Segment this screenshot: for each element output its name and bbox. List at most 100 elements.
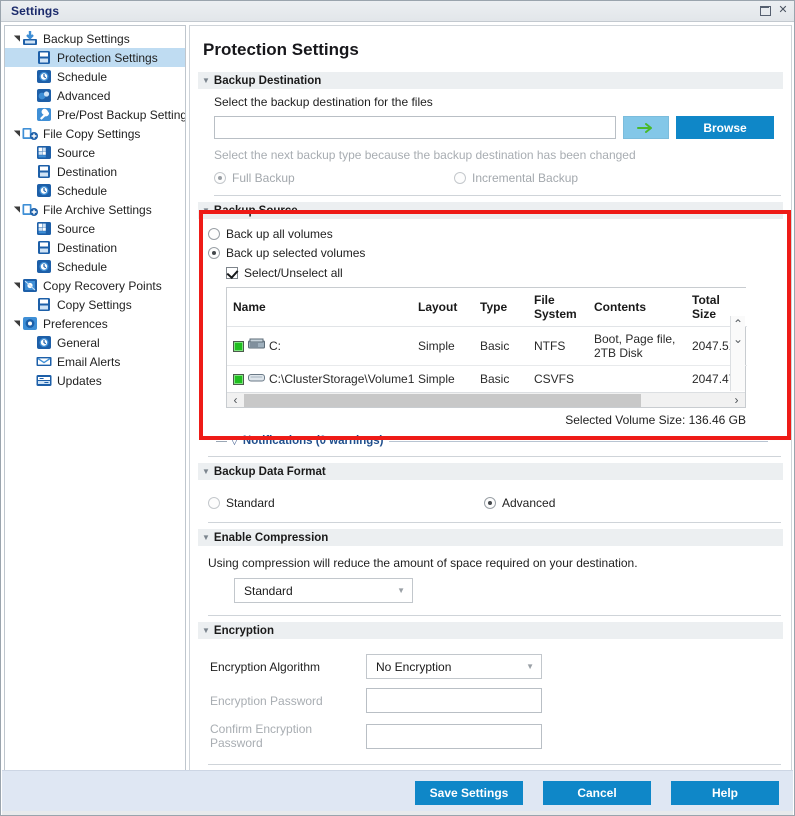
wrench-icon	[36, 107, 52, 122]
scroll-down-icon[interactable]: ⌄	[733, 333, 743, 345]
radio-indicator	[208, 228, 220, 240]
sidebar-item-email-alerts[interactable]: Email Alerts	[5, 352, 185, 371]
sidebar-item-advanced[interactable]: Advanced	[5, 86, 185, 105]
sidebar-item-copy-recovery-points[interactable]: ◢ Copy Recovery Points	[5, 276, 185, 295]
chevron-down-icon: ▼	[202, 466, 210, 476]
confirm-encryption-password-input[interactable]	[366, 723, 542, 749]
chevron-down-icon: ▼	[202, 532, 210, 542]
destination-icon	[36, 164, 52, 179]
cancel-button[interactable]: Cancel	[543, 780, 651, 805]
chevron-down-icon: ▼	[526, 662, 534, 671]
settings-tree: ◢ Backup Settings Protection Settings Sched…	[5, 26, 185, 390]
source-icon	[36, 221, 52, 236]
section-backup-data-format: ▼ Backup Data Format Standard Advanced	[198, 463, 783, 525]
column-header-contents[interactable]: Contents	[588, 288, 686, 327]
close-icon[interactable]: ✕	[777, 4, 789, 16]
table-row[interactable]: C: Simple Basic NTFS Boot, Page file, 2TB Di…	[227, 326, 747, 366]
table-vertical-scrollbar[interactable]: ⌃ ⌄	[730, 316, 745, 391]
radio-indicator	[214, 172, 226, 184]
table-row[interactable]: C:\ClusterStorage\Volume1 Simple Basic CSVF…	[227, 366, 747, 393]
column-header-file-system[interactable]: File System	[528, 288, 588, 327]
restore-icon[interactable]	[759, 4, 771, 16]
title-bar: Settings ✕	[1, 1, 794, 22]
compression-level-dropdown[interactable]: Standard ▼	[234, 578, 413, 603]
sidebar-item-source[interactable]: Source	[5, 143, 185, 162]
table-horizontal-scrollbar[interactable]: ‹ ›	[227, 392, 745, 407]
section-header-encryption[interactable]: ▼ Encryption	[198, 622, 783, 639]
scroll-track[interactable]	[244, 393, 728, 408]
volume-name: C:\ClusterStorage\Volume1	[269, 372, 415, 386]
window-title: Settings	[11, 4, 60, 18]
radio-format-standard[interactable]: Standard	[208, 496, 484, 510]
radio-label: Standard	[226, 496, 275, 510]
scroll-up-icon[interactable]: ⌃	[733, 318, 743, 330]
dialog-footer: Save Settings Cancel Help	[2, 770, 793, 814]
sidebar-item-destination[interactable]: Destination	[5, 162, 185, 181]
sidebar-item-source[interactable]: Source	[5, 219, 185, 238]
radio-label: Incremental Backup	[472, 171, 579, 185]
sidebar-item-protection-settings[interactable]: Protection Settings	[5, 48, 185, 67]
chevron-down-icon: ▼	[202, 205, 210, 215]
destination-go-button[interactable]	[623, 116, 669, 139]
source-option-all[interactable]: Back up all volumes	[208, 227, 783, 241]
sidebar-item-updates[interactable]: Updates	[5, 371, 185, 390]
column-header-layout[interactable]: Layout	[412, 288, 474, 327]
section-header-backup-source[interactable]: ▼ Backup Source	[198, 202, 783, 219]
cell-type: Basic	[474, 326, 528, 366]
protection-icon	[36, 50, 52, 65]
sidebar-item-file-archive-settings[interactable]: ◢ File Archive Settings	[5, 200, 185, 219]
cell-layout: Simple	[412, 326, 474, 366]
source-option-selected[interactable]: Back up selected volumes	[208, 246, 783, 260]
radio-full-backup[interactable]: Full Backup	[214, 171, 454, 185]
file-copy-icon	[22, 126, 38, 141]
sidebar-item-general[interactable]: General	[5, 333, 185, 352]
section-header-backup-data-format[interactable]: ▼ Backup Data Format	[198, 463, 783, 480]
backup-type-change-note: Select the next backup type because the …	[214, 148, 636, 162]
notifications-rule	[388, 440, 768, 442]
schedule-icon	[36, 259, 52, 274]
scroll-right-icon[interactable]: ›	[728, 393, 745, 407]
sidebar-item-label: Schedule	[57, 183, 108, 198]
sidebar-item-schedule[interactable]: Schedule	[5, 181, 185, 200]
schedule-icon	[36, 69, 52, 84]
row-checkbox[interactable]	[233, 373, 244, 385]
section-header-backup-destination[interactable]: ▼ Backup Destination	[198, 72, 783, 89]
encryption-algorithm-dropdown[interactable]: No Encryption ▼	[366, 654, 542, 679]
radio-label: Back up selected volumes	[226, 246, 366, 260]
scroll-left-icon[interactable]: ‹	[227, 393, 244, 407]
sidebar-item-label: Copy Recovery Points	[43, 278, 162, 293]
sidebar-item-label: File Archive Settings	[43, 202, 152, 217]
sidebar-item-backup-settings[interactable]: ◢ Backup Settings	[5, 29, 185, 48]
volume-icon	[248, 371, 265, 387]
cell-name: C:	[227, 326, 412, 366]
confirm-encryption-password-row: Confirm Encryption Password	[208, 722, 783, 750]
section-title: Backup Source	[213, 204, 298, 217]
sidebar-item-schedule[interactable]: Schedule	[5, 67, 185, 86]
help-button[interactable]: Help	[671, 780, 779, 805]
sidebar-item-pre-post-backup-settings[interactable]: Pre/Post Backup Settings	[5, 105, 185, 124]
sidebar-item-copy-settings[interactable]: Copy Settings	[5, 295, 185, 314]
row-checkbox[interactable]	[233, 340, 244, 352]
encryption-password-input[interactable]	[366, 688, 542, 713]
column-header-name[interactable]: Name	[227, 288, 412, 327]
scroll-thumb[interactable]	[244, 393, 641, 407]
sidebar-item-file-copy-settings[interactable]: ◢ File Copy Settings	[5, 124, 185, 143]
cell-layout: Simple	[418, 372, 455, 386]
save-settings-button[interactable]: Save Settings	[415, 780, 523, 805]
sidebar-item-schedule[interactable]: Schedule	[5, 257, 185, 276]
section-header-enable-compression[interactable]: ▼ Enable Compression	[198, 529, 783, 546]
column-header-type[interactable]: Type	[474, 288, 528, 327]
radio-incremental-backup[interactable]: Incremental Backup	[454, 171, 578, 185]
backup-destination-input[interactable]	[214, 116, 616, 139]
settings-sidebar[interactable]: ◢ Backup Settings Protection Settings Sched…	[4, 25, 186, 771]
page-title: Protection Settings	[203, 40, 359, 59]
radio-format-advanced[interactable]: Advanced	[484, 496, 555, 510]
sidebar-item-preferences[interactable]: ◢ Preferences	[5, 314, 185, 333]
select-unselect-all-checkbox[interactable]: Select/Unselect all	[226, 266, 783, 280]
section-encryption: ▼ Encryption Encryption Algorithm No Enc…	[198, 622, 783, 767]
notifications-toggle[interactable]: ▽ Notifications (0 warnings)	[216, 435, 768, 447]
sidebar-item-destination[interactable]: Destination	[5, 238, 185, 257]
sidebar-item-label: Email Alerts	[57, 354, 121, 369]
volumes-table-body: C: Simple Basic NTFS Boot, Page file, 2TB Di…	[227, 326, 747, 393]
browse-button[interactable]: Browse	[676, 116, 774, 139]
